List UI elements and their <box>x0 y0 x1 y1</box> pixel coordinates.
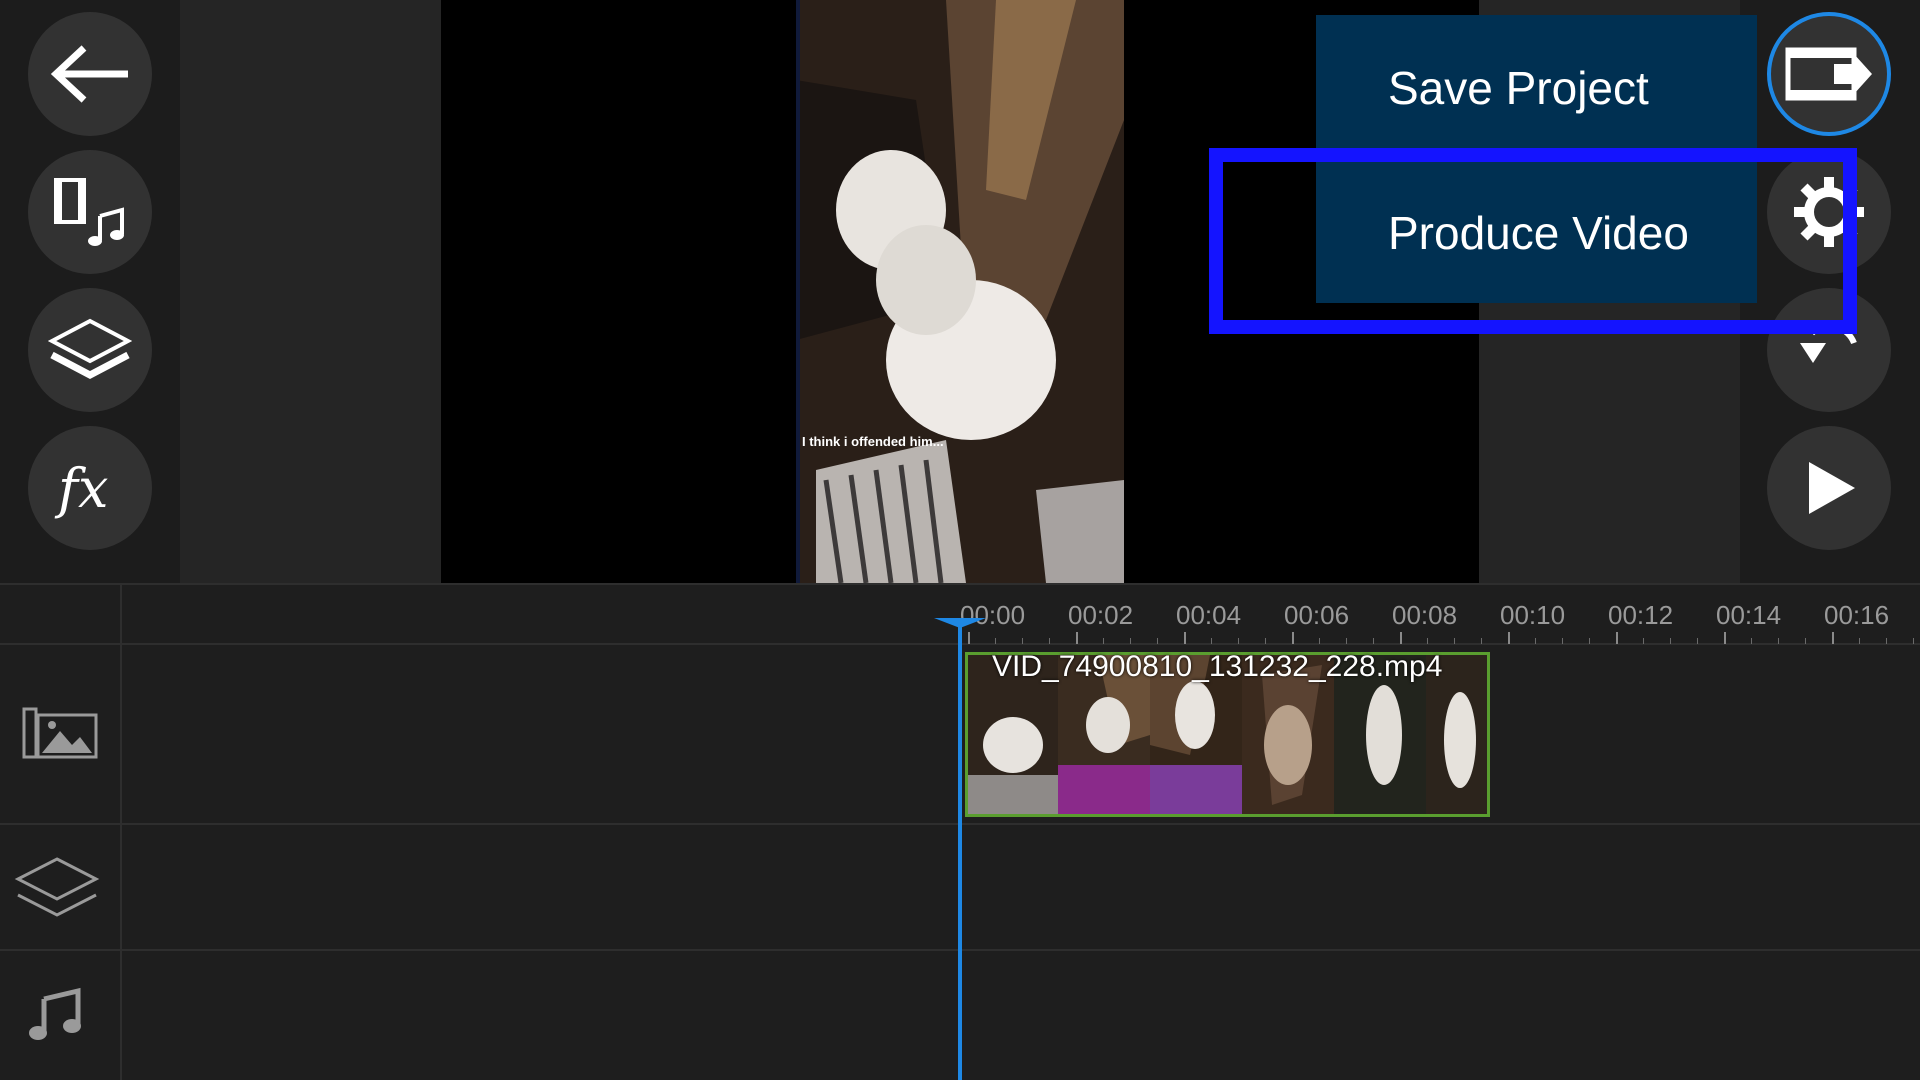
ruler-minor-tick <box>995 638 996 644</box>
ruler-minor-tick <box>1670 638 1671 644</box>
layers-icon <box>48 318 132 379</box>
tick-label: 00:14 <box>1716 600 1782 630</box>
export-film-icon <box>1785 47 1872 101</box>
ruler-minor-tick <box>1157 638 1158 644</box>
clip-filename: VID_74900810_131232_228.mp4 <box>992 650 1443 683</box>
ruler-minor-tick <box>1454 638 1455 644</box>
tick-label: 00:04 <box>1176 600 1242 630</box>
back-button[interactable] <box>28 12 152 136</box>
music-track-icon <box>28 985 84 1046</box>
ruler-major-tick <box>1724 632 1726 644</box>
ruler-major-tick <box>968 632 970 644</box>
ruler-minor-tick <box>1562 638 1563 644</box>
ruler-minor-tick <box>1373 638 1374 644</box>
ruler-minor-tick <box>1427 638 1428 644</box>
video-caption: I think i offended him... <box>802 434 944 449</box>
ruler-minor-tick <box>1319 638 1320 644</box>
ruler-minor-tick <box>1805 638 1806 644</box>
fx-button[interactable]: fx <box>28 426 152 550</box>
ruler-minor-tick <box>1535 638 1536 644</box>
ruler-minor-tick <box>1751 638 1752 644</box>
tick-label: 00:16 <box>1824 600 1890 630</box>
ruler-major-tick <box>1832 632 1834 644</box>
fx-icon: fx <box>54 457 108 520</box>
tick-label: 00:12 <box>1608 600 1674 630</box>
svg-text:fx: fx <box>54 457 108 520</box>
ruler-minor-tick <box>1643 638 1644 644</box>
ruler-major-tick <box>1616 632 1618 644</box>
back-arrow-icon <box>50 45 128 103</box>
ruler-minor-tick <box>1886 638 1887 644</box>
play-button[interactable] <box>1767 426 1891 550</box>
playhead-handle[interactable] <box>934 618 986 628</box>
tick-label: 00:10 <box>1500 600 1566 630</box>
ruler-major-tick <box>1508 632 1510 644</box>
ruler-minor-tick <box>1265 638 1266 644</box>
ruler-minor-tick <box>1211 638 1212 644</box>
ruler-minor-tick <box>1130 638 1131 644</box>
ruler-minor-tick <box>1913 638 1914 644</box>
cat-video-image <box>796 0 1124 583</box>
ruler-minor-tick <box>1238 638 1239 644</box>
playhead[interactable] <box>958 620 962 1080</box>
export-button[interactable] <box>1767 12 1891 136</box>
ruler-minor-tick <box>1022 638 1023 644</box>
video-preview-frame <box>796 0 1124 583</box>
ruler-minor-tick <box>1346 638 1347 644</box>
ruler-minor-tick <box>1778 638 1779 644</box>
image-track-icon <box>22 705 98 766</box>
ruler-minor-tick <box>1049 638 1050 644</box>
tick-label: 00:02 <box>1068 600 1134 630</box>
tick-label: 00:06 <box>1284 600 1350 630</box>
ruler-major-tick <box>1292 632 1294 644</box>
ruler-major-tick <box>1184 632 1186 644</box>
ruler-minor-tick <box>1589 638 1590 644</box>
ruler-minor-tick <box>1481 638 1482 644</box>
layers-track-icon <box>14 855 100 926</box>
tick-label: 00:08 <box>1392 600 1458 630</box>
save-project-item[interactable]: Save Project <box>1316 15 1757 160</box>
media-music-icon <box>54 178 124 246</box>
highlight-box <box>1209 148 1857 334</box>
layers-button[interactable] <box>28 288 152 412</box>
play-icon <box>1809 462 1855 514</box>
ruler-major-tick <box>1400 632 1402 644</box>
media-music-button[interactable] <box>28 150 152 274</box>
ruler-minor-tick <box>1103 638 1104 644</box>
ruler-minor-tick <box>1697 638 1698 644</box>
ruler-major-tick <box>1076 632 1078 644</box>
ruler-minor-tick <box>1859 638 1860 644</box>
